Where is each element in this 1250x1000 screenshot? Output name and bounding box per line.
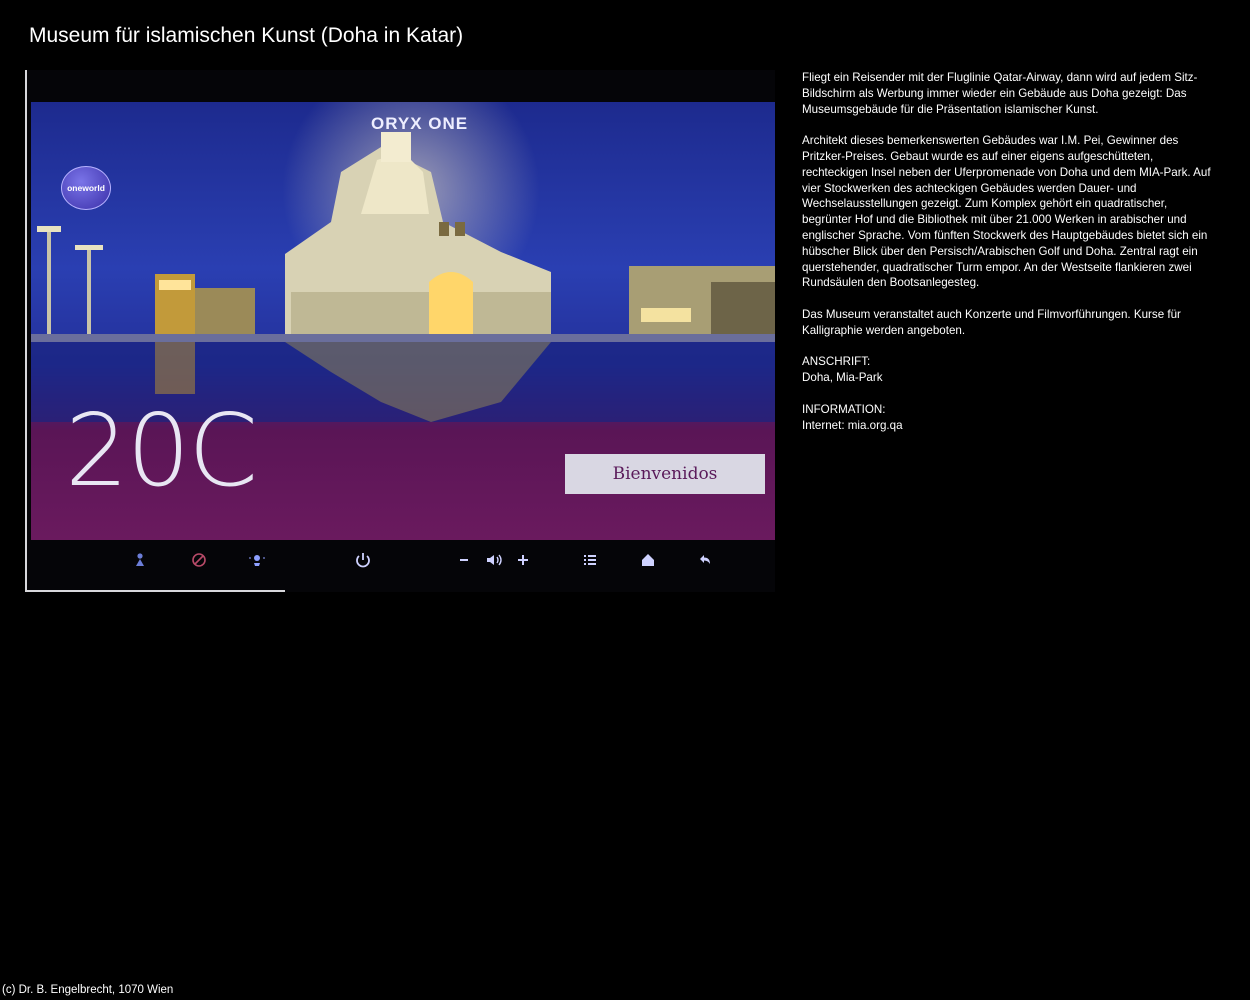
welcome-button[interactable]: Bienvenidos — [565, 454, 765, 494]
address-block: ANSCHRIFT: Doha, Mia-Park — [802, 354, 1214, 386]
screen-frame-edge — [25, 70, 27, 592]
no-attendant-icon[interactable] — [187, 548, 211, 572]
brand-logo: ORYX ONE — [371, 114, 469, 133]
oneworld-badge: oneworld — [61, 166, 111, 210]
description-paragraph: Architekt dieses bemerkenswerten Gebäude… — [802, 134, 1211, 290]
volume-up-icon[interactable] — [511, 548, 535, 572]
volume-icon — [482, 548, 506, 572]
description-panel: Fliegt ein Reisender mit der Fluglinie Q… — [802, 70, 1214, 449]
description-paragraph: Das Museum veranstaltet auch Konzerte un… — [802, 307, 1181, 337]
copyright-footer: (c) Dr. B. Engelbrecht, 1070 Wien — [2, 984, 174, 996]
home-icon[interactable] — [636, 548, 660, 572]
menu-icon[interactable] — [578, 548, 602, 572]
power-icon[interactable] — [351, 548, 375, 572]
address-value: Doha, Mia-Park — [802, 371, 883, 385]
page-title: Museum für islamischen Kunst (Doha in Ka… — [29, 24, 464, 47]
entertainment-screen: ORYX ONE oneworld 20C Bienvenidos — [31, 102, 775, 540]
description-paragraph: Fliegt ein Reisender mit der Fluglinie Q… — [802, 71, 1198, 116]
address-label: ANSCHRIFT: — [802, 355, 871, 369]
volume-down-icon[interactable] — [453, 548, 477, 572]
info-label: INFORMATION: — [802, 402, 886, 416]
back-icon[interactable] — [693, 548, 717, 572]
control-bar — [25, 548, 775, 588]
person-icon[interactable] — [128, 548, 152, 572]
info-block: INFORMATION: Internet: mia.org.qa — [802, 402, 1214, 434]
oneworld-label: oneworld — [67, 183, 105, 193]
seat-number: 20C — [65, 392, 258, 509]
info-value: Internet: mia.org.qa — [802, 418, 903, 432]
reading-light-icon[interactable] — [245, 548, 269, 572]
seat-screen-photo: ORYX ONE oneworld 20C Bienvenidos — [25, 70, 775, 592]
screen-frame-edge — [25, 590, 285, 592]
